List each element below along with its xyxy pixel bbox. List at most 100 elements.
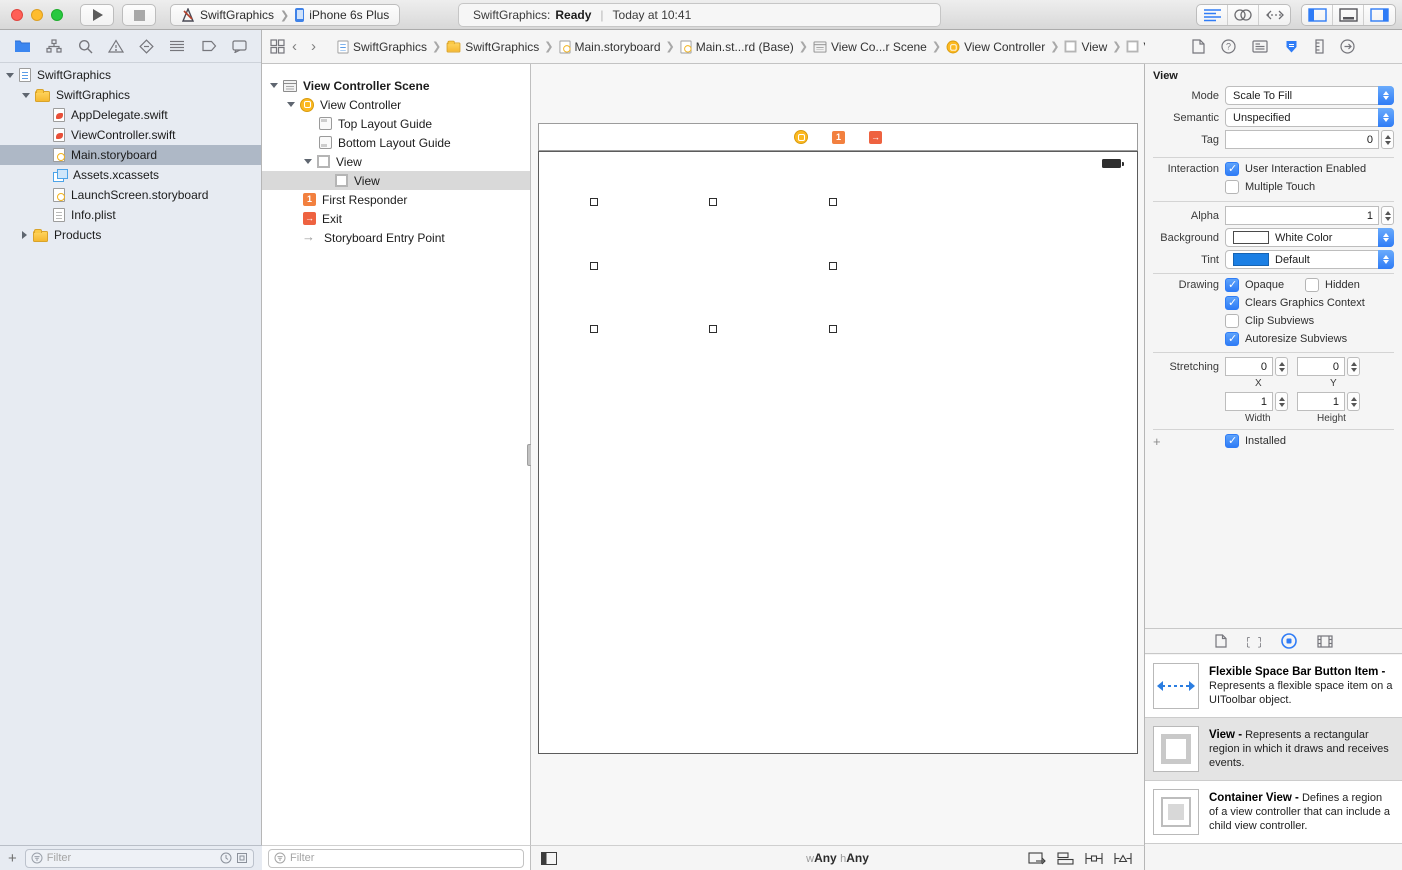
file-row-group[interactable]: SwiftGraphics xyxy=(0,85,261,105)
toggle-navigator-button[interactable] xyxy=(1302,5,1333,25)
root-view[interactable] xyxy=(538,151,1138,754)
outline-row-first-responder[interactable]: 1First Responder xyxy=(262,190,530,209)
stretching-x-field[interactable] xyxy=(1225,357,1273,376)
search-navigator-tab[interactable] xyxy=(78,39,93,54)
file-row-launchscreen[interactable]: LaunchScreen.storyboard xyxy=(0,185,261,205)
library-item-view[interactable]: View - Represents a rectangular region i… xyxy=(1145,718,1402,781)
canvas-subview[interactable] xyxy=(590,198,598,206)
exit-icon[interactable]: → xyxy=(869,131,882,144)
canvas-subview[interactable] xyxy=(709,325,717,333)
stretching-width-field[interactable] xyxy=(1225,392,1273,411)
storyboard-canvas[interactable]: 1 → xyxy=(531,64,1145,845)
file-row-main-storyboard[interactable]: Main.storyboard xyxy=(0,145,261,165)
disclosure-triangle[interactable] xyxy=(6,73,14,78)
crumb-subview[interactable]: View xyxy=(1124,40,1145,54)
scheme-device[interactable]: iPhone 6s Plus xyxy=(309,8,389,22)
user-interaction-checkbox[interactable] xyxy=(1225,162,1239,176)
toggle-utilities-button[interactable] xyxy=(1364,5,1395,25)
close-window-button[interactable] xyxy=(11,9,23,21)
stack-embed-icon[interactable] xyxy=(1057,852,1074,865)
zoom-window-button[interactable] xyxy=(51,9,63,21)
opaque-checkbox[interactable] xyxy=(1225,278,1239,292)
clears-graphics-checkbox[interactable] xyxy=(1225,296,1239,310)
back-button[interactable]: ‹ xyxy=(285,38,304,55)
stretching-height-field[interactable] xyxy=(1297,392,1345,411)
stretching-y-stepper[interactable] xyxy=(1347,357,1360,376)
crumb-view[interactable]: View xyxy=(1062,40,1109,54)
toggle-debug-area-button[interactable] xyxy=(1333,5,1364,25)
stretching-height-stepper[interactable] xyxy=(1347,392,1360,411)
identity-inspector-tab[interactable] xyxy=(1252,40,1268,53)
file-row-viewcontroller[interactable]: ViewController.swift xyxy=(0,125,261,145)
file-row-products[interactable]: Products xyxy=(0,225,261,245)
library-item-container-view[interactable]: Container View - Defines a region of a v… xyxy=(1145,781,1402,844)
crumb-group[interactable]: SwiftGraphics xyxy=(444,40,541,54)
crumb-storyboard[interactable]: Main.storyboard xyxy=(557,40,663,54)
disclosure-triangle[interactable] xyxy=(270,83,278,88)
stretching-x-stepper[interactable] xyxy=(1275,357,1288,376)
scheme-selector[interactable]: SwiftGraphics ❯ iPhone 6s Plus xyxy=(170,4,400,26)
file-inspector-tab[interactable] xyxy=(1192,39,1205,54)
clip-subviews-checkbox[interactable] xyxy=(1225,314,1239,328)
stop-button[interactable] xyxy=(122,4,156,26)
connections-inspector-tab[interactable] xyxy=(1340,39,1355,54)
stretching-y-field[interactable] xyxy=(1297,357,1345,376)
canvas-subview[interactable] xyxy=(829,198,837,206)
alpha-stepper[interactable] xyxy=(1381,206,1394,225)
outline-row-scene[interactable]: View Controller Scene xyxy=(262,76,530,95)
semantic-dropdown[interactable]: Unspecified xyxy=(1225,108,1394,127)
scheme-name[interactable]: SwiftGraphics xyxy=(200,8,274,22)
canvas-subview[interactable] xyxy=(829,262,837,270)
outline-row-view[interactable]: View xyxy=(262,152,530,171)
hidden-checkbox[interactable] xyxy=(1305,278,1319,292)
canvas-subview[interactable] xyxy=(829,325,837,333)
version-editor-button[interactable] xyxy=(1259,5,1290,25)
forward-button[interactable]: › xyxy=(304,38,323,55)
first-responder-icon[interactable]: 1 xyxy=(832,131,845,144)
run-button[interactable] xyxy=(80,4,114,26)
crumb-project[interactable]: SwiftGraphics xyxy=(335,40,429,54)
view-controller-icon[interactable] xyxy=(794,130,808,144)
recent-files-clock-icon[interactable] xyxy=(220,852,232,864)
tag-stepper[interactable] xyxy=(1381,130,1394,149)
installed-checkbox[interactable] xyxy=(1225,434,1239,448)
disclosure-triangle[interactable] xyxy=(304,159,312,164)
crumb-storyboard-base[interactable]: Main.st...rd (Base) xyxy=(678,40,796,54)
standard-editor-button[interactable] xyxy=(1197,5,1228,25)
stretching-width-stepper[interactable] xyxy=(1275,392,1288,411)
outline-row-exit[interactable]: →Exit xyxy=(262,209,530,228)
minimize-window-button[interactable] xyxy=(31,9,43,21)
file-row-appdelegate[interactable]: AppDelegate.swift xyxy=(0,105,261,125)
library-item-flexible-space[interactable]: Flexible Space Bar Button Item - Represe… xyxy=(1145,655,1402,718)
file-row-project[interactable]: SwiftGraphics xyxy=(0,65,261,85)
scm-status-icon[interactable] xyxy=(236,852,248,864)
filter-input[interactable] xyxy=(290,852,518,864)
canvas-subview[interactable] xyxy=(590,325,598,333)
add-file-button[interactable]: + xyxy=(8,850,17,867)
navigator-filter-field[interactable] xyxy=(25,849,254,868)
outline-row-entry-point[interactable]: →Storyboard Entry Point xyxy=(262,228,530,247)
outline-row-bottom-guide[interactable]: Bottom Layout Guide xyxy=(262,133,530,152)
view-controller-scene[interactable]: 1 → xyxy=(538,123,1138,754)
outline-filter-field[interactable] xyxy=(268,849,524,868)
autoresize-subviews-checkbox[interactable] xyxy=(1225,332,1239,346)
resolve-issues-icon[interactable] xyxy=(1114,852,1132,865)
disclosure-triangle[interactable] xyxy=(287,102,295,107)
mode-dropdown[interactable]: Scale To Fill xyxy=(1225,86,1394,105)
crumb-scene[interactable]: View Co...r Scene xyxy=(811,40,929,54)
test-navigator-tab[interactable] xyxy=(139,39,154,54)
outline-row-subview[interactable]: View xyxy=(262,171,530,190)
alpha-field[interactable] xyxy=(1225,206,1379,225)
filter-input[interactable] xyxy=(47,852,216,864)
quick-help-inspector-tab[interactable]: ? xyxy=(1221,39,1236,54)
tint-dropdown[interactable]: Default xyxy=(1225,250,1394,269)
file-template-library-tab[interactable] xyxy=(1215,634,1227,648)
update-frames-icon[interactable] xyxy=(1028,852,1046,866)
file-row-infoplist[interactable]: Info.plist xyxy=(0,205,261,225)
issue-navigator-tab[interactable] xyxy=(108,39,124,53)
object-library-tab[interactable] xyxy=(1281,633,1297,649)
disclosure-triangle[interactable] xyxy=(22,231,27,239)
debug-navigator-tab[interactable] xyxy=(169,40,185,52)
size-inspector-tab[interactable] xyxy=(1315,39,1324,54)
canvas-subview[interactable] xyxy=(590,262,598,270)
